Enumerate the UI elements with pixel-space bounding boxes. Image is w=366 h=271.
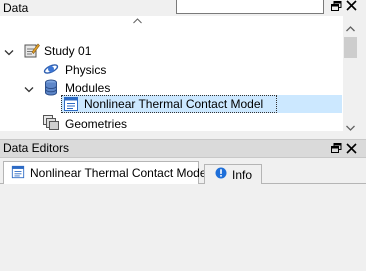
search-input[interactable] <box>176 0 324 14</box>
tab-info-label: Info <box>232 168 253 182</box>
scroll-up-icon[interactable] <box>346 21 355 35</box>
info-icon <box>215 167 227 182</box>
expand-study-icon[interactable] <box>4 46 14 60</box>
document-icon <box>11 165 25 182</box>
close-icon[interactable] <box>346 0 357 13</box>
physics-icon <box>43 61 59 80</box>
close-icon[interactable] <box>346 143 357 157</box>
panel-edge <box>358 16 366 131</box>
scroll-up-indicator-icon <box>133 16 142 26</box>
panel-splitter[interactable] <box>0 131 366 139</box>
expand-modules-icon[interactable] <box>24 83 34 97</box>
data-panel-title: Data <box>3 1 29 15</box>
tree-item-model[interactable]: Nonlinear Thermal Contact Model <box>84 95 263 113</box>
restore-window-icon[interactable] <box>331 143 342 157</box>
tree-item-study[interactable]: Study 01 <box>44 42 91 60</box>
editor-content <box>0 184 366 271</box>
document-icon <box>63 96 79 115</box>
scroll-thumb[interactable] <box>344 37 357 58</box>
data-editors-title: Data Editors <box>3 141 70 155</box>
tree-item-physics[interactable]: Physics <box>65 61 106 79</box>
restore-window-icon[interactable] <box>331 1 342 14</box>
study-icon <box>23 42 40 62</box>
tab-model-label: Nonlinear Thermal Contact Model <box>30 166 210 180</box>
database-icon <box>43 79 59 99</box>
